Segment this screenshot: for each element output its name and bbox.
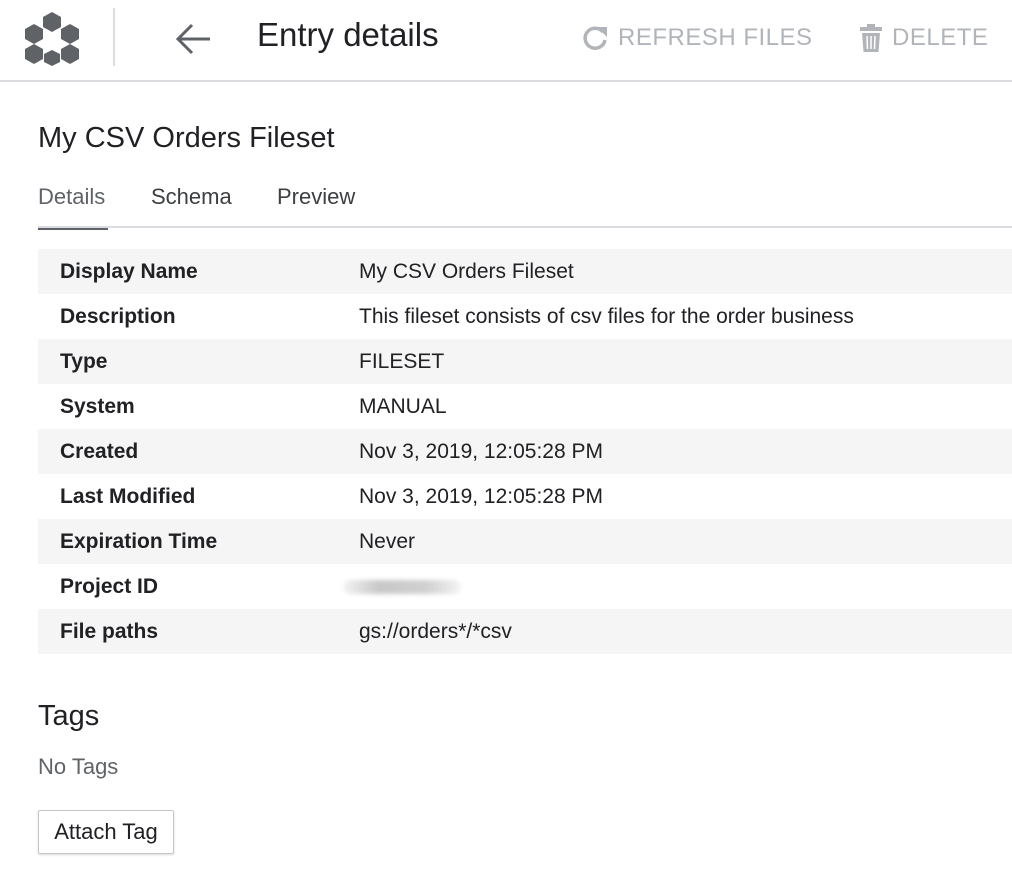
table-row: Created Nov 3, 2019, 12:05:28 PM <box>38 429 1012 474</box>
refresh-icon <box>583 26 607 50</box>
details-table: Display Name My CSV Orders Fileset Descr… <box>38 249 1012 654</box>
row-value: My CSV Orders Fileset <box>359 259 574 283</box>
delete-label: DELETE <box>892 24 989 51</box>
row-value: gs://orders*/*csv <box>359 619 512 643</box>
delete-button[interactable]: DELETE <box>858 22 988 54</box>
entry-name-heading: My CSV Orders Fileset <box>38 122 335 154</box>
page-title: Entry details <box>257 16 439 53</box>
row-value: MANUAL <box>359 394 447 418</box>
refresh-files-button[interactable]: REFRESH FILES <box>580 22 813 54</box>
row-value: FILESET <box>359 349 445 373</box>
row-label: Created <box>60 439 139 463</box>
refresh-files-label: REFRESH FILES <box>618 24 813 51</box>
table-row: File paths gs://orders*/*csv <box>38 609 1012 654</box>
row-label: Last Modified <box>60 484 196 508</box>
table-row: Display Name My CSV Orders Fileset <box>38 249 1012 294</box>
table-row: Last Modified Nov 3, 2019, 12:05:28 PM <box>38 474 1012 519</box>
row-label: Type <box>60 349 108 373</box>
tab-schema[interactable]: Schema <box>151 184 232 210</box>
row-label: Display Name <box>60 259 198 283</box>
table-row: Description This fileset consists of csv… <box>38 294 1012 339</box>
trash-icon <box>860 24 882 52</box>
row-value: Never <box>359 529 416 553</box>
tab-bar-divider <box>38 226 1012 228</box>
attach-tag-button[interactable]: Attach Tag <box>38 810 174 854</box>
row-label: Description <box>60 304 176 328</box>
row-value-redacted <box>343 564 1012 609</box>
table-row: System MANUAL <box>38 384 1012 429</box>
row-value: Nov 3, 2019, 12:05:28 PM <box>359 484 603 508</box>
row-label: Expiration Time <box>60 529 218 553</box>
no-tags-text: No Tags <box>38 754 119 779</box>
back-arrow-icon[interactable] <box>170 20 216 58</box>
tags-heading: Tags <box>38 700 100 732</box>
tab-bar: Details Schema Preview <box>38 180 1012 230</box>
tab-details-label: Details <box>38 184 106 209</box>
data-catalog-logo-icon[interactable] <box>22 10 82 66</box>
table-row: Project ID <box>38 564 1012 609</box>
row-label: File paths <box>60 619 159 643</box>
row-label: System <box>60 394 135 418</box>
table-row: Expiration Time Never <box>38 519 1012 564</box>
tab-details[interactable]: Details <box>38 184 108 230</box>
row-label: Project ID <box>60 574 159 598</box>
row-value: This fileset consists of csv files for t… <box>359 304 854 328</box>
row-value: Nov 3, 2019, 12:05:28 PM <box>359 439 603 463</box>
top-app-bar: Entry details REFRESH FILES DELETE <box>0 0 1012 82</box>
header-divider <box>113 8 115 66</box>
tab-preview[interactable]: Preview <box>277 184 355 210</box>
redacted-project-id <box>343 579 461 594</box>
table-row: Type FILESET <box>38 339 1012 384</box>
